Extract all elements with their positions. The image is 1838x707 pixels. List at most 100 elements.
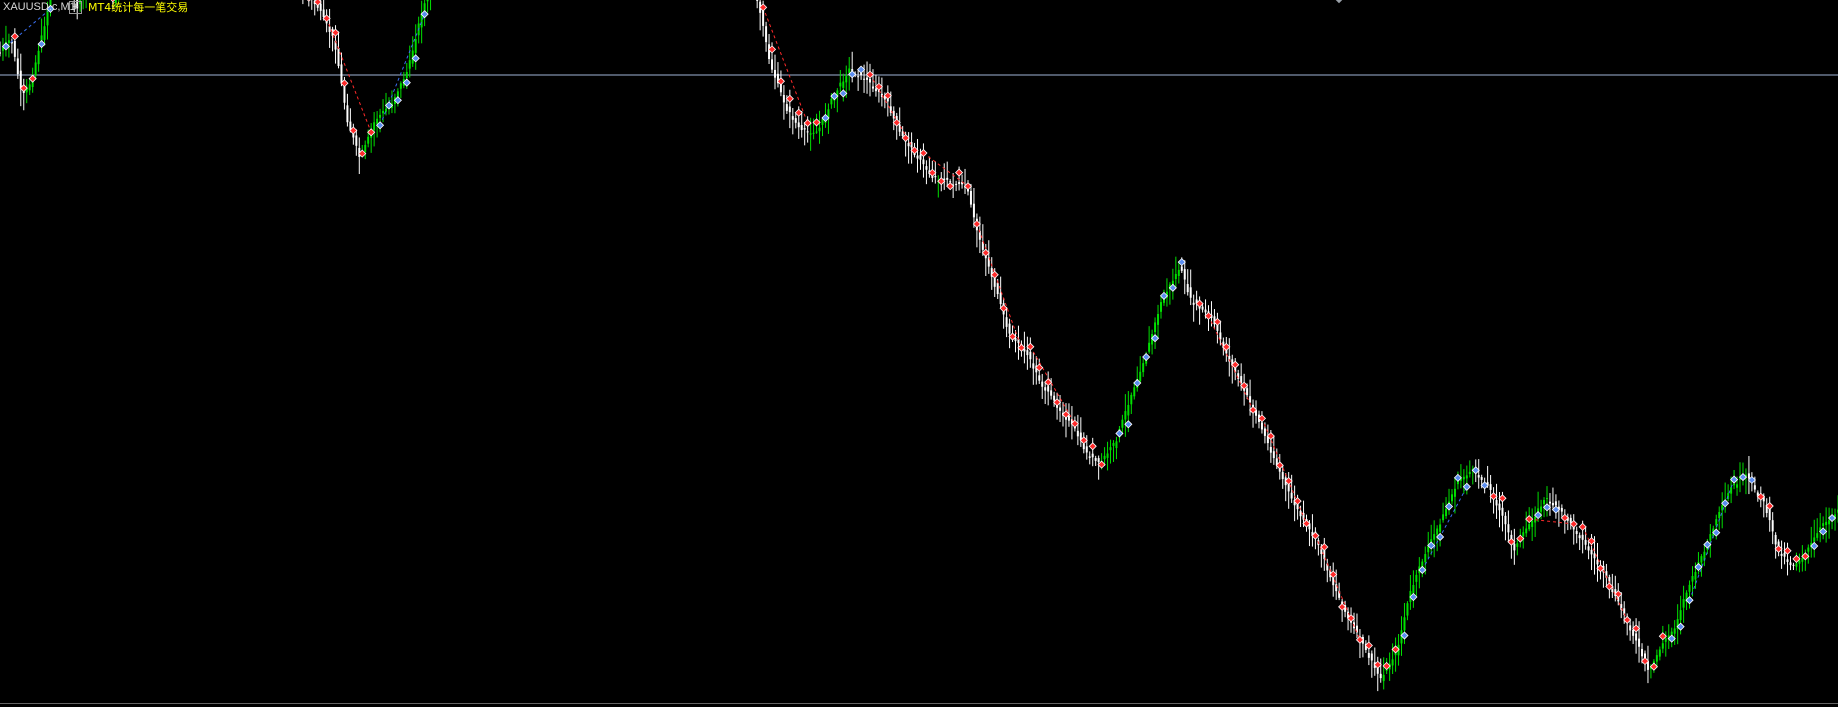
candle-body <box>1587 546 1590 551</box>
candle-body <box>1032 363 1035 369</box>
candle-body <box>1097 458 1100 462</box>
sell-trade-marker <box>865 70 875 79</box>
candle-body <box>1109 447 1112 451</box>
buy-trade-marker <box>1738 473 1748 482</box>
sell-trade-marker <box>28 74 37 83</box>
candle-body <box>1730 487 1733 494</box>
candle-body <box>848 68 851 73</box>
candle-body <box>1661 643 1664 649</box>
sell-trade-line <box>1208 315 1254 411</box>
price-chart[interactable] <box>0 0 1838 707</box>
candle-body <box>426 0 429 2</box>
indicator-label: MT4统计每一笔交易 <box>88 1 189 14</box>
candle-body <box>355 135 358 146</box>
candle-body <box>1641 648 1644 657</box>
buy-trade-line <box>1421 486 1468 571</box>
candle-body <box>1112 443 1115 446</box>
candle-body <box>949 181 952 183</box>
candle-body <box>1391 659 1394 666</box>
sell-trade-marker <box>1498 494 1507 503</box>
sell-trade-marker <box>1516 534 1525 543</box>
candle-body <box>955 183 958 185</box>
candle-body <box>1664 638 1667 642</box>
sell-trade-marker <box>981 248 990 257</box>
candle-body <box>1548 501 1551 504</box>
candle-body <box>1569 517 1572 523</box>
candle-body <box>1014 338 1017 342</box>
candle-body <box>1795 563 1798 567</box>
candle-body <box>337 48 340 67</box>
buy-trade-line <box>379 13 426 126</box>
sell-trade-marker <box>1044 378 1053 387</box>
candle-body <box>1124 411 1127 420</box>
candle-body <box>1103 455 1106 460</box>
candle-body <box>1142 363 1145 373</box>
candle-body <box>0 52 1 54</box>
sell-trade-marker <box>928 168 937 177</box>
candle-body <box>1263 428 1266 436</box>
candle-body <box>1008 323 1011 334</box>
candle-body <box>367 136 370 144</box>
candle-body <box>1453 488 1456 497</box>
candle-body <box>1688 584 1691 592</box>
candle-body <box>1005 317 1008 327</box>
candle-body <box>762 9 765 26</box>
candle-body <box>1694 572 1697 580</box>
candle-body <box>1376 668 1379 674</box>
candle-body <box>1700 556 1703 563</box>
sell-trade-marker <box>812 118 821 127</box>
candle-body <box>1629 625 1632 631</box>
candle-body <box>1201 306 1204 310</box>
candle-body <box>1590 549 1593 555</box>
candle-body <box>364 144 367 152</box>
candle-body <box>1679 610 1682 621</box>
candle-body <box>1403 617 1406 631</box>
sell-trade-marker <box>1088 442 1097 451</box>
candle-body <box>1382 674 1385 682</box>
candle-body <box>1332 577 1335 586</box>
candle-body <box>1240 376 1243 384</box>
candle-body <box>1038 375 1041 381</box>
chart-window[interactable]: XAUUSD.c,M1 + MT4统计每一笔交易 <box>0 0 1838 707</box>
candle-body <box>1406 603 1409 616</box>
candle-body <box>1159 302 1162 312</box>
buy-trade-marker <box>1142 352 1151 362</box>
candle-body <box>812 132 815 134</box>
candle-body <box>1528 524 1531 530</box>
candle-body <box>821 119 824 125</box>
candle-body <box>1290 492 1293 499</box>
candle-body <box>809 133 812 135</box>
candle-body <box>1249 396 1252 403</box>
candle-body <box>1543 500 1546 505</box>
sell-trade-marker <box>1097 460 1106 469</box>
buy-trade-marker <box>857 65 866 74</box>
buy-trade-marker <box>839 89 848 98</box>
candle-body <box>1050 390 1053 396</box>
candle-body <box>1733 483 1736 486</box>
candle-body <box>791 116 794 120</box>
candle-body <box>1513 543 1516 551</box>
candle-body <box>1682 599 1685 608</box>
candle-body <box>756 0 759 1</box>
candle-body <box>1088 456 1091 458</box>
candle-body <box>1584 539 1587 545</box>
sell-trade-marker <box>955 168 964 177</box>
sell-trade-line <box>1029 346 1076 424</box>
candle-body <box>1053 395 1056 401</box>
candle-body <box>1204 309 1207 313</box>
candle-body <box>28 84 31 91</box>
candle-body <box>1281 472 1284 480</box>
candle-body <box>996 282 999 295</box>
candle-body <box>1133 387 1136 397</box>
candle-body <box>7 40 10 44</box>
candle-body <box>1798 560 1801 564</box>
sell-trade-marker <box>1649 662 1658 671</box>
candle-body <box>1186 284 1189 293</box>
candle-body <box>1792 564 1795 566</box>
candle-body <box>1828 520 1831 525</box>
add-indicator-button[interactable]: + <box>69 1 82 14</box>
sell-trade-marker <box>1587 537 1596 546</box>
candle-body <box>1747 473 1750 479</box>
candle-body <box>1489 484 1492 490</box>
candle-body <box>768 44 771 60</box>
